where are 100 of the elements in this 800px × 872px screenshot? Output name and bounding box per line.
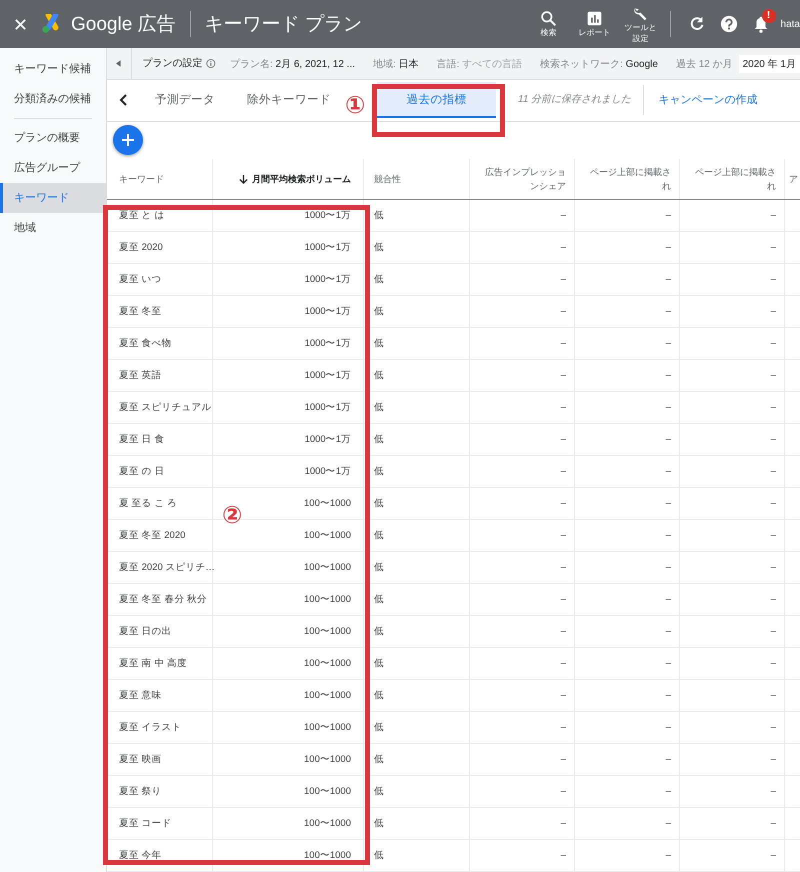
plan-field[interactable]: 検索ネットワーク: Google — [540, 56, 658, 70]
sidebar-item[interactable]: 分類済みの候補 — [0, 84, 106, 114]
report-button[interactable]: レポート — [574, 10, 615, 38]
table-cell: – — [575, 712, 680, 743]
table-cell: 夏至 祭り — [107, 776, 213, 807]
table-cell: – — [680, 648, 785, 679]
table-cell: – — [680, 840, 785, 871]
table-cell: – — [470, 744, 575, 775]
collapse-icon[interactable] — [116, 59, 122, 68]
table-cell: 100〜1000 — [213, 680, 364, 711]
tab[interactable]: 予測データ — [133, 82, 237, 118]
sidebar-item[interactable]: 広告グループ — [0, 153, 106, 183]
table-cell: 夏至 日の出 — [107, 616, 213, 647]
table-cell: 夏至 コード — [107, 808, 213, 839]
table-cell: – — [470, 776, 575, 807]
help-icon[interactable] — [720, 15, 738, 33]
sidebar-item[interactable]: キーワード — [0, 183, 106, 213]
column-header[interactable]: ページ上部に掲載され — [680, 159, 785, 199]
table-cell: 低 — [364, 616, 470, 647]
table-cell: 1000〜1万 — [213, 200, 364, 231]
table-cell: 低 — [364, 232, 470, 263]
plan-field[interactable]: プラン名: 2月 6, 2021, 12 ... — [230, 56, 355, 70]
table-cell: – — [470, 584, 575, 615]
table-cell: 夏至 意味 — [107, 680, 213, 711]
table-cell: 低 — [364, 552, 470, 583]
plan-field[interactable]: 言語: すべての言語 — [436, 56, 522, 70]
product-name: Google 広告 — [71, 13, 176, 37]
bar-chart-icon — [586, 10, 604, 27]
table-cell: 夏至 南 中 高度 — [107, 648, 213, 679]
table-cell: 100〜1000 — [213, 712, 364, 743]
table-cell: 夏至 冬至 春分 秋分 — [107, 584, 213, 615]
table-cell: 100〜1000 — [213, 584, 364, 615]
table-cell: 100〜1000 — [213, 616, 364, 647]
table-cell: – — [575, 776, 680, 807]
table-cell: – — [470, 648, 575, 679]
table-cell: 低 — [364, 520, 470, 551]
column-header[interactable]: キーワード — [107, 159, 213, 199]
sort-arrow-icon — [239, 174, 248, 184]
table-cell: – — [470, 392, 575, 423]
table-cell: 夏至 冬至 — [107, 296, 213, 327]
table-cell: – — [470, 360, 575, 391]
table-cell: – — [680, 456, 785, 487]
add-button[interactable] — [113, 125, 143, 156]
table-cell: 1000〜1万 — [213, 360, 364, 391]
table-cell: – — [575, 744, 680, 775]
table-cell: – — [575, 840, 680, 871]
table-cell: – — [680, 264, 785, 295]
table-cell: – — [680, 424, 785, 455]
account-name[interactable]: hata — [780, 18, 800, 30]
table-cell: 低 — [364, 392, 470, 423]
table-cell: – — [680, 744, 785, 775]
create-campaign-link[interactable]: キャンペーンの作成 — [658, 92, 758, 108]
table-cell: 1000〜1万 — [213, 296, 364, 327]
column-header[interactable]: 競合性 — [364, 159, 470, 199]
table-cell: – — [680, 296, 785, 327]
sidebar-item[interactable]: キーワード候補 — [0, 54, 106, 84]
table-cell: – — [470, 840, 575, 871]
table-cell: 低 — [364, 456, 470, 487]
sidebar-item[interactable]: プランの概要 — [0, 123, 106, 153]
table-cell: 夏至 2020 — [107, 232, 213, 263]
tools-button[interactable]: ツールと設定 — [620, 4, 661, 44]
column-header[interactable]: ページ上部に掲載され — [575, 159, 680, 199]
period-field[interactable]: 2020 年 1月 — [738, 54, 800, 72]
table-cell: 低 — [364, 840, 470, 871]
table-cell: – — [680, 584, 785, 615]
table-cell: – — [680, 680, 785, 711]
table-cell: 低 — [364, 808, 470, 839]
column-header[interactable]: 月間平均検索ボリューム — [213, 159, 364, 199]
table-cell: 低 — [364, 744, 470, 775]
period-label: 過去 12 か月 — [676, 58, 733, 70]
search-icon — [540, 10, 558, 27]
info-icon[interactable] — [206, 58, 216, 69]
table-cell: 夏 至る こ ろ — [107, 488, 213, 519]
table-cell: 低 — [364, 296, 470, 327]
table-cell: 低 — [364, 680, 470, 711]
tab[interactable]: 除外キーワード — [237, 82, 341, 118]
table-cell: – — [680, 552, 785, 583]
table-cell: – — [470, 680, 575, 711]
table-cell: – — [680, 392, 785, 423]
table-cell: – — [470, 200, 575, 231]
table-cell: – — [575, 360, 680, 391]
close-icon[interactable] — [14, 18, 27, 30]
table-cell: 低 — [364, 584, 470, 615]
plus-icon — [121, 133, 135, 148]
column-header[interactable]: ア — [785, 159, 800, 199]
table-cell: 夏至 今年 — [107, 840, 213, 871]
table-cell: – — [575, 392, 680, 423]
table-cell: 夏至 映画 — [107, 744, 213, 775]
table-cell: 夏至 2020 スピリチ… — [107, 552, 213, 583]
table-cell: 低 — [364, 424, 470, 455]
back-icon[interactable] — [119, 94, 127, 106]
table-cell: 夏至 いつ — [107, 264, 213, 295]
table-cell: 夏至 の 日 — [107, 456, 213, 487]
table-cell: – — [575, 808, 680, 839]
table-cell: 低 — [364, 264, 470, 295]
column-header[interactable]: 広告インプレッションシェア — [470, 159, 575, 199]
search-button[interactable]: 検索 — [528, 10, 569, 38]
sidebar-item[interactable]: 地域 — [0, 213, 106, 243]
plan-field[interactable]: 地域: 日本 — [373, 56, 419, 70]
table-cell: 100〜1000 — [213, 648, 364, 679]
